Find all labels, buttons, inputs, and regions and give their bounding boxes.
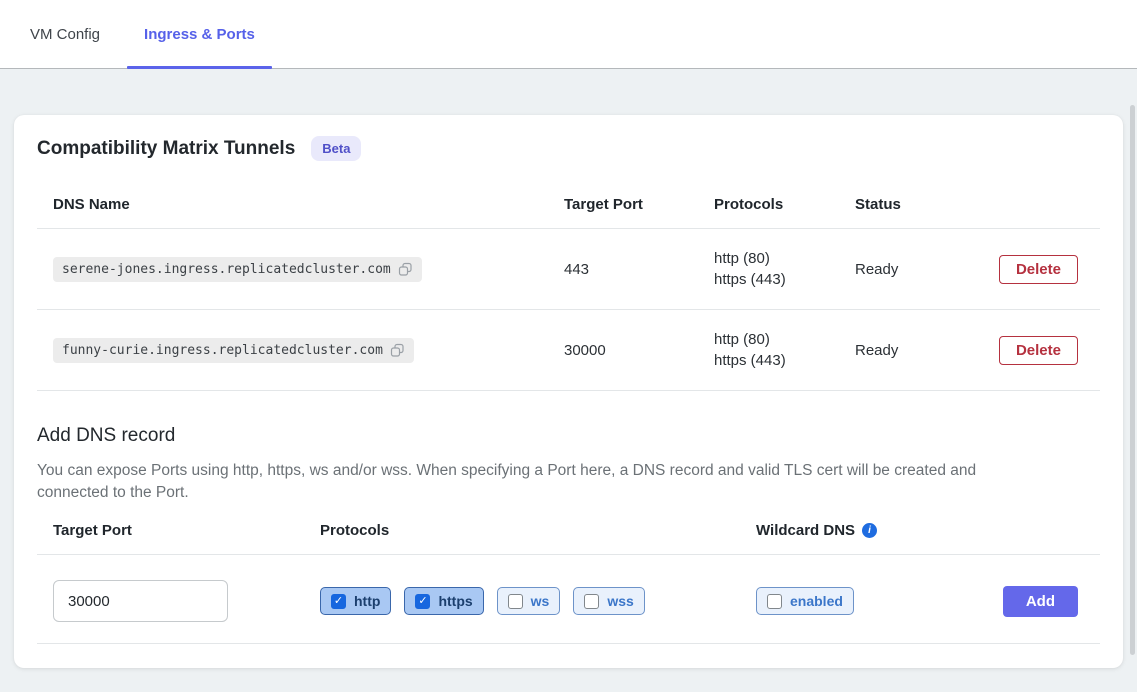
copy-icon[interactable]: [398, 262, 413, 277]
checkbox-icon: ✓: [508, 594, 523, 609]
table-row: serene-jones.ingress.replicatedcluster.c…: [37, 229, 1100, 310]
form-col-header-protocols: Protocols: [304, 522, 740, 539]
protocol-options: ✓ http ✓ https ✓ ws ✓ wss: [304, 587, 740, 615]
protocol-label: https: [438, 593, 472, 609]
card-title: Compatibility Matrix Tunnels: [37, 138, 295, 160]
checkbox-icon: ✓: [767, 594, 782, 609]
form-col-header-target-port: Target Port: [37, 522, 304, 539]
table-row: funny-curie.ingress.replicatedcluster.co…: [37, 310, 1100, 391]
tunnels-card: Compatibility Matrix Tunnels Beta DNS Na…: [14, 115, 1123, 668]
wildcard-dns-cell: ✓ enabled: [740, 587, 980, 615]
tab-ingress-ports[interactable]: Ingress & Ports: [127, 0, 272, 68]
protocol-checkbox-wss[interactable]: ✓ wss: [573, 587, 644, 615]
protocol-checkbox-http[interactable]: ✓ http: [320, 587, 391, 615]
delete-button[interactable]: Delete: [999, 336, 1078, 365]
col-header-target-port: Target Port: [548, 196, 698, 213]
protocol-label: ws: [531, 593, 550, 609]
tab-bar: VM Config Ingress & Ports: [0, 0, 1137, 69]
add-form-header-row: Target Port Protocols Wildcard DNS i: [37, 522, 1100, 555]
form-col-header-wildcard-dns: Wildcard DNS i: [740, 522, 980, 539]
checkbox-icon: ✓: [584, 594, 599, 609]
beta-badge: Beta: [311, 136, 361, 161]
col-header-protocols: Protocols: [698, 196, 839, 213]
form-col-header-actions: [980, 522, 1100, 539]
target-port-field-cell: [37, 580, 304, 622]
dns-name-cell: serene-jones.ingress.replicatedcluster.c…: [37, 257, 548, 282]
protocol-checkbox-ws[interactable]: ✓ ws: [497, 587, 561, 615]
target-port-cell: 30000: [548, 342, 698, 359]
checkbox-icon: ✓: [415, 594, 430, 609]
wildcard-enabled-label: enabled: [790, 593, 843, 609]
protocol-entry: https (443): [714, 269, 839, 290]
protocols-cell: http (80) https (443): [698, 329, 839, 371]
tunnels-table: DNS Name Target Port Protocols Status se…: [37, 181, 1100, 391]
add-form-row: ✓ http ✓ https ✓ ws ✓ wss ✓: [37, 555, 1100, 644]
status-cell: Ready: [839, 342, 979, 359]
table-header-row: DNS Name Target Port Protocols Status: [37, 181, 1100, 229]
add-button[interactable]: Add: [1003, 586, 1078, 617]
dns-name-pill: funny-curie.ingress.replicatedcluster.co…: [53, 338, 414, 363]
dns-name-text: funny-curie.ingress.replicatedcluster.co…: [62, 343, 383, 358]
col-header-dns-name: DNS Name: [37, 196, 548, 213]
page-content: Compatibility Matrix Tunnels Beta DNS Na…: [0, 69, 1137, 668]
add-dns-record-description: You can expose Ports using http, https, …: [37, 460, 1042, 504]
tab-vm-config[interactable]: VM Config: [13, 0, 117, 68]
card-header: Compatibility Matrix Tunnels Beta: [37, 136, 1100, 161]
dns-name-text: serene-jones.ingress.replicatedcluster.c…: [62, 262, 391, 277]
add-dns-record-heading: Add DNS record: [37, 425, 1100, 447]
delete-button[interactable]: Delete: [999, 255, 1078, 284]
dns-name-pill: serene-jones.ingress.replicatedcluster.c…: [53, 257, 422, 282]
copy-icon[interactable]: [390, 343, 405, 358]
wildcard-dns-label: Wildcard DNS: [756, 522, 855, 539]
actions-cell: Delete: [979, 336, 1100, 365]
protocol-label: http: [354, 593, 380, 609]
info-icon[interactable]: i: [862, 523, 877, 538]
dns-name-cell: funny-curie.ingress.replicatedcluster.co…: [37, 338, 548, 363]
status-cell: Ready: [839, 261, 979, 278]
add-button-cell: Add: [980, 586, 1100, 617]
col-header-status: Status: [839, 196, 979, 213]
actions-cell: Delete: [979, 255, 1100, 284]
protocol-entry: https (443): [714, 350, 839, 371]
protocol-entry: http (80): [714, 248, 839, 269]
scrollbar-thumb[interactable]: [1130, 105, 1135, 655]
protocols-cell: http (80) https (443): [698, 248, 839, 290]
protocol-label: wss: [607, 593, 633, 609]
checkbox-icon: ✓: [331, 594, 346, 609]
wildcard-enabled-checkbox[interactable]: ✓ enabled: [756, 587, 854, 615]
protocol-checkbox-https[interactable]: ✓ https: [404, 587, 483, 615]
protocol-entry: http (80): [714, 329, 839, 350]
target-port-cell: 443: [548, 261, 698, 278]
target-port-input[interactable]: [53, 580, 228, 622]
